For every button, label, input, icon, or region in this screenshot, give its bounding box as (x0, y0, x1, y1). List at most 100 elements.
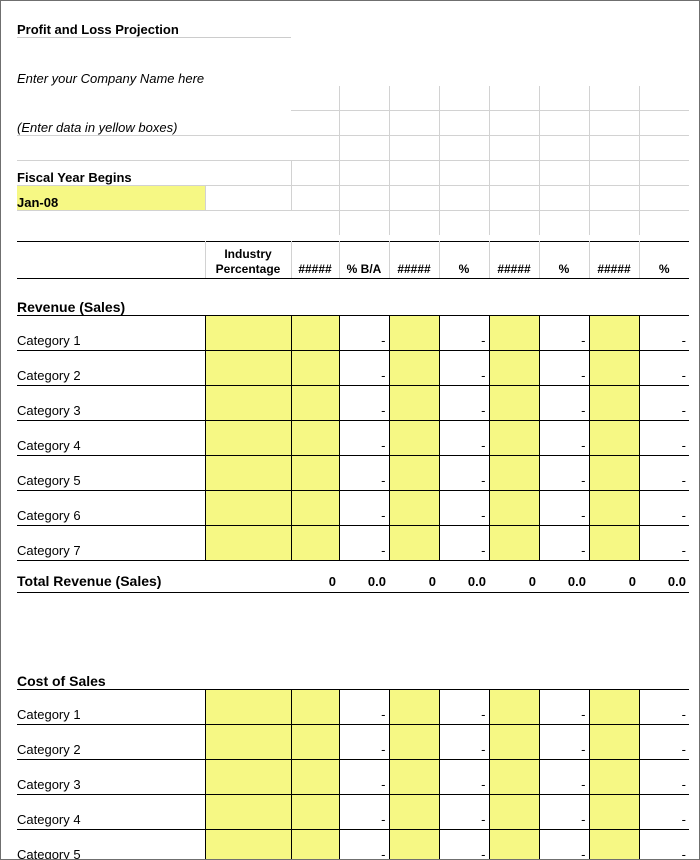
col-header-p4: % (639, 242, 689, 279)
data-input-cell[interactable] (291, 690, 339, 725)
data-input-cell[interactable] (589, 421, 639, 456)
data-input-cell[interactable] (589, 526, 639, 561)
computed-cell: - (439, 690, 489, 725)
category-row: Category 1---- (17, 690, 689, 725)
data-input-cell[interactable] (489, 351, 539, 386)
data-input-cell[interactable] (291, 351, 339, 386)
category-label: Category 1 (17, 690, 205, 725)
data-input-cell[interactable] (389, 760, 439, 795)
computed-cell: - (339, 386, 389, 421)
data-input-cell[interactable] (389, 725, 439, 760)
data-input-cell[interactable] (389, 795, 439, 830)
computed-cell: - (539, 351, 589, 386)
data-input-cell[interactable] (389, 526, 439, 561)
data-input-cell[interactable] (205, 830, 291, 860)
total-industry (205, 561, 291, 593)
category-row: Category 6---- (17, 491, 689, 526)
hint-text: (Enter data in yellow boxes) (17, 111, 291, 136)
data-input-cell[interactable] (589, 386, 639, 421)
computed-cell: - (339, 725, 389, 760)
data-input-cell[interactable] (205, 316, 291, 351)
computed-cell: - (639, 456, 689, 491)
category-row: Category 5---- (17, 830, 689, 860)
category-label: Category 4 (17, 795, 205, 830)
data-input-cell[interactable] (205, 725, 291, 760)
data-input-cell[interactable] (389, 830, 439, 860)
data-input-cell[interactable] (389, 690, 439, 725)
category-row: Category 2---- (17, 725, 689, 760)
data-input-cell[interactable] (291, 316, 339, 351)
data-input-cell[interactable] (291, 421, 339, 456)
data-input-cell[interactable] (205, 690, 291, 725)
data-input-cell[interactable] (489, 316, 539, 351)
data-input-cell[interactable] (291, 456, 339, 491)
data-input-cell[interactable] (589, 351, 639, 386)
data-input-cell[interactable] (389, 351, 439, 386)
company-name-input[interactable]: Enter your Company Name here (17, 62, 339, 86)
total-value: 0.0 (339, 561, 389, 593)
col-header-p2: % (439, 242, 489, 279)
category-label: Category 3 (17, 386, 205, 421)
computed-cell: - (339, 795, 389, 830)
col-header-h3: ##### (489, 242, 539, 279)
data-input-cell[interactable] (291, 795, 339, 830)
data-input-cell[interactable] (489, 690, 539, 725)
fiscal-year-input[interactable]: Jan-08 (17, 186, 205, 211)
data-input-cell[interactable] (589, 830, 639, 860)
data-input-cell[interactable] (389, 386, 439, 421)
computed-cell: - (439, 830, 489, 860)
computed-cell: - (439, 421, 489, 456)
data-input-cell[interactable] (589, 795, 639, 830)
data-input-cell[interactable] (489, 725, 539, 760)
data-input-cell[interactable] (489, 795, 539, 830)
total-value: 0 (291, 561, 339, 593)
data-input-cell[interactable] (291, 760, 339, 795)
data-input-cell[interactable] (589, 456, 639, 491)
computed-cell: - (539, 386, 589, 421)
data-input-cell[interactable] (389, 316, 439, 351)
computed-cell: - (639, 795, 689, 830)
fiscal-year-label: Fiscal Year Begins (17, 161, 291, 186)
data-input-cell[interactable] (205, 760, 291, 795)
data-input-cell[interactable] (205, 456, 291, 491)
data-input-cell[interactable] (489, 421, 539, 456)
col-header-h4: ##### (589, 242, 639, 279)
data-input-cell[interactable] (489, 456, 539, 491)
data-input-cell[interactable] (489, 491, 539, 526)
data-input-cell[interactable] (291, 725, 339, 760)
data-input-cell[interactable] (291, 386, 339, 421)
data-input-cell[interactable] (589, 760, 639, 795)
data-input-cell[interactable] (205, 526, 291, 561)
data-input-cell[interactable] (489, 830, 539, 860)
data-input-cell[interactable] (205, 795, 291, 830)
data-input-cell[interactable] (291, 526, 339, 561)
data-input-cell[interactable] (389, 456, 439, 491)
data-input-cell[interactable] (589, 725, 639, 760)
total-label: Total Revenue (Sales) (17, 561, 205, 593)
data-input-cell[interactable] (589, 316, 639, 351)
col-header-label (17, 242, 205, 279)
data-input-cell[interactable] (389, 421, 439, 456)
data-input-cell[interactable] (205, 491, 291, 526)
data-input-cell[interactable] (489, 526, 539, 561)
data-input-cell[interactable] (489, 386, 539, 421)
total-value: 0.0 (439, 561, 489, 593)
computed-cell: - (539, 725, 589, 760)
data-input-cell[interactable] (589, 690, 639, 725)
category-label: Category 4 (17, 421, 205, 456)
data-input-cell[interactable] (589, 491, 639, 526)
data-input-cell[interactable] (489, 760, 539, 795)
computed-cell: - (339, 421, 389, 456)
data-input-cell[interactable] (205, 351, 291, 386)
col-header-h2: ##### (389, 242, 439, 279)
data-input-cell[interactable] (291, 830, 339, 860)
computed-cell: - (439, 491, 489, 526)
computed-cell: - (639, 690, 689, 725)
section-header: Revenue (Sales) (17, 279, 689, 316)
category-label: Category 3 (17, 760, 205, 795)
data-input-cell[interactable] (205, 386, 291, 421)
data-input-cell[interactable] (389, 491, 439, 526)
category-label: Category 1 (17, 316, 205, 351)
data-input-cell[interactable] (205, 421, 291, 456)
data-input-cell[interactable] (291, 491, 339, 526)
